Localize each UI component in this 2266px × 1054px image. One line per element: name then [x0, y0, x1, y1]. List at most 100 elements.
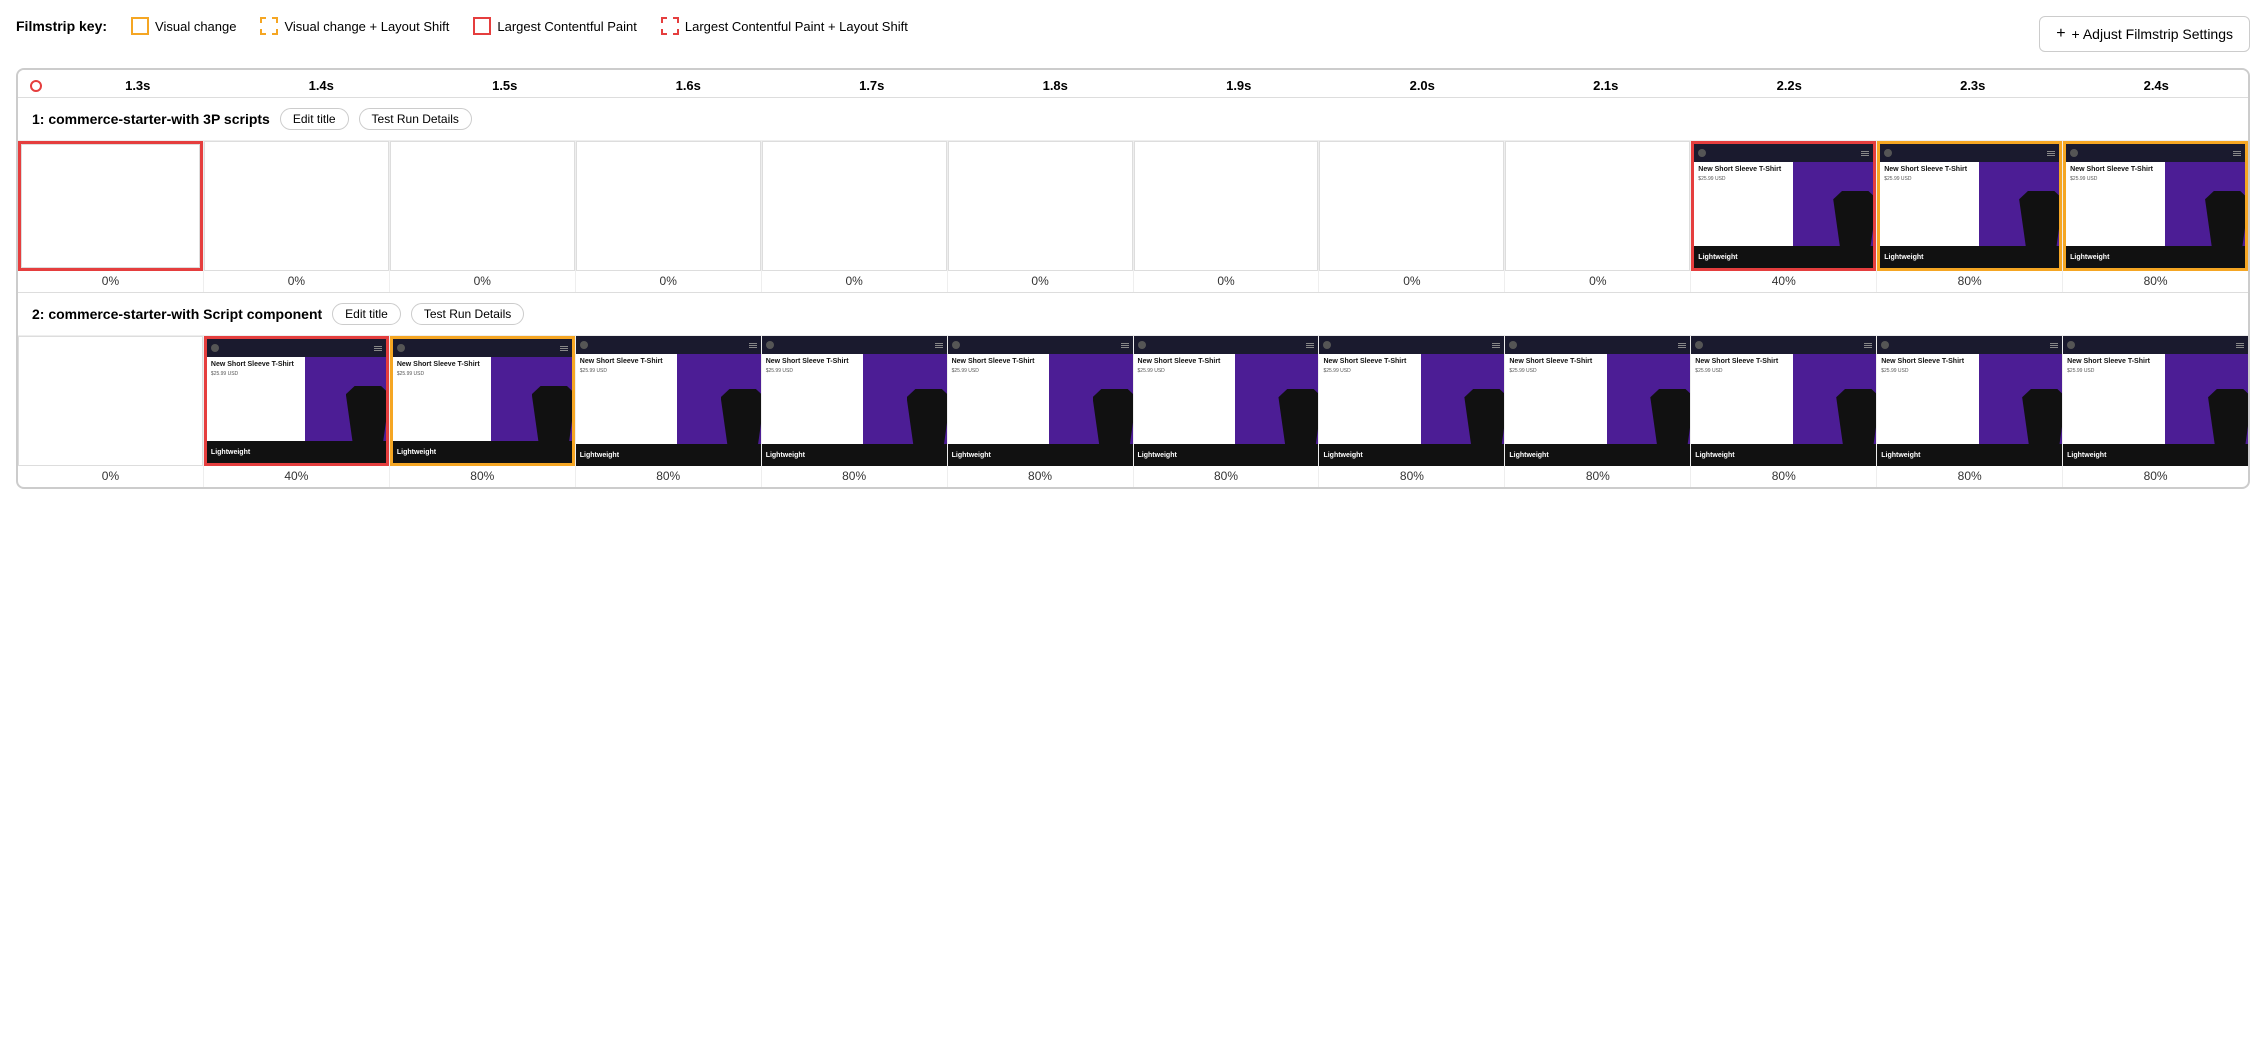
frame-image[interactable] [948, 141, 1133, 271]
edit-title-button-1[interactable]: Edit title [280, 108, 349, 130]
frame-image[interactable] [1505, 141, 1690, 271]
thumb-bottom-bar: Lightweight [2066, 246, 2245, 268]
thumb-top-bar [2066, 144, 2245, 162]
frame-image[interactable]: New Short Sleeve T-Shirt $25.99 USD Ligh… [390, 336, 575, 466]
test-run-details-button-2[interactable]: Test Run Details [411, 303, 524, 325]
thumb-shirt-icon [1278, 389, 1318, 444]
thumb-product-price: $25.99 USD [1509, 368, 1603, 374]
frame-thumbnail: New Short Sleeve T-Shirt $25.99 USD Ligh… [2066, 144, 2245, 268]
frame-percent: 80% [1586, 466, 1610, 487]
thumb-menu-icon [1678, 343, 1686, 348]
thumb-img-area [677, 354, 760, 444]
filmstrip-container: 1.3s1.4s1.5s1.6s1.7s1.8s1.9s2.0s2.1s2.2s… [16, 68, 2250, 489]
thumb-menu-icon [1492, 343, 1500, 348]
frame-image[interactable] [1134, 141, 1319, 271]
empty-frame-content [18, 336, 203, 466]
thumb-product-title: New Short Sleeve T-Shirt [2070, 165, 2160, 174]
thumb-product-price: $25.99 USD [397, 371, 487, 377]
adjust-filmstrip-button[interactable]: + + Adjust Filmstrip Settings [2039, 16, 2250, 52]
frame-image[interactable]: New Short Sleeve T-Shirt $25.99 USD Ligh… [204, 336, 389, 466]
thumb-play-icon [1138, 341, 1146, 349]
frame-thumbnail: New Short Sleeve T-Shirt $25.99 USD Ligh… [1880, 144, 2059, 268]
thumb-img-area [1607, 354, 1690, 444]
thumb-img-area [1049, 354, 1132, 444]
timeline-tick: 2.3s [1881, 78, 2065, 93]
thumb-bottom-text: Lightweight [1695, 452, 1734, 459]
adjust-plus-icon: + [2056, 25, 2065, 43]
frame-image[interactable]: New Short Sleeve T-Shirt $25.99 USD Ligh… [2063, 141, 2248, 271]
frame-percent: 80% [1400, 466, 1424, 487]
empty-frame-content [1319, 141, 1504, 271]
frame-image[interactable]: New Short Sleeve T-Shirt $25.99 USD Ligh… [1134, 336, 1319, 466]
thumb-text-area: New Short Sleeve T-Shirt $25.99 USD [1691, 354, 1793, 444]
thumb-text-area: New Short Sleeve T-Shirt $25.99 USD [948, 354, 1050, 444]
frame-percent: 0% [474, 271, 491, 292]
frame-percent: 80% [1772, 466, 1796, 487]
edit-title-button-2[interactable]: Edit title [332, 303, 401, 325]
thumb-img-area [1793, 354, 1876, 444]
thumb-menu-icon [374, 346, 382, 351]
frame-image[interactable]: New Short Sleeve T-Shirt $25.99 USD Ligh… [1319, 336, 1504, 466]
thumb-product-price: $25.99 USD [1881, 368, 1975, 374]
frame-percent: 80% [1958, 271, 1982, 292]
thumb-bottom-bar: Lightweight [948, 444, 1133, 466]
frame-image[interactable]: New Short Sleeve T-Shirt $25.99 USD Ligh… [1877, 141, 2062, 271]
frame-image[interactable] [204, 141, 389, 271]
thumb-play-icon [1881, 341, 1889, 349]
thumb-product-price: $25.99 USD [1698, 176, 1788, 182]
frame-image[interactable]: New Short Sleeve T-Shirt $25.99 USD Ligh… [576, 336, 761, 466]
thumb-content: New Short Sleeve T-Shirt $25.99 USD [1691, 354, 1876, 444]
frame-thumbnail: New Short Sleeve T-Shirt $25.99 USD Ligh… [576, 336, 761, 466]
thumb-shirt-icon [1093, 389, 1133, 444]
frame-thumbnail: New Short Sleeve T-Shirt $25.99 USD Ligh… [207, 339, 386, 463]
frame-percent: 80% [2144, 271, 2168, 292]
thumb-content: New Short Sleeve T-Shirt $25.99 USD [1505, 354, 1690, 444]
thumb-bottom-text: Lightweight [766, 452, 805, 459]
frame-image[interactable]: New Short Sleeve T-Shirt $25.99 USD Ligh… [762, 336, 947, 466]
thumb-text-area: New Short Sleeve T-Shirt $25.99 USD [1694, 162, 1792, 246]
thumb-bottom-bar: Lightweight [1877, 444, 2062, 466]
frame-image[interactable]: New Short Sleeve T-Shirt $25.99 USD Ligh… [948, 336, 1133, 466]
frame-thumbnail: New Short Sleeve T-Shirt $25.99 USD Ligh… [1319, 336, 1504, 466]
frame-percent: 80% [1028, 466, 1052, 487]
frame-cell: 0% [576, 141, 762, 292]
empty-frame-content [948, 141, 1133, 271]
frame-image[interactable] [576, 141, 761, 271]
frame-image[interactable]: New Short Sleeve T-Shirt $25.99 USD Ligh… [2063, 336, 2248, 466]
frame-thumbnail: New Short Sleeve T-Shirt $25.99 USD Ligh… [762, 336, 947, 466]
thumb-menu-icon [2233, 151, 2241, 156]
frame-image[interactable]: New Short Sleeve T-Shirt $25.99 USD Ligh… [1877, 336, 2062, 466]
thumb-content: New Short Sleeve T-Shirt $25.99 USD [2063, 354, 2248, 444]
frame-percent: 0% [1217, 271, 1234, 292]
frame-cell: 0% [18, 336, 204, 487]
frames-row-1: 0%0%0%0%0%0%0%0%0% New Short Sleeve T-Sh… [18, 141, 2248, 292]
thumb-bottom-text: Lightweight [2070, 254, 2109, 261]
thumb-menu-icon [2047, 151, 2055, 156]
key-lcp-layout-box [661, 17, 679, 35]
frame-image[interactable] [762, 141, 947, 271]
empty-frame-content [576, 141, 761, 271]
thumb-top-bar [576, 336, 761, 354]
test-run-details-button-1[interactable]: Test Run Details [359, 108, 472, 130]
frame-image[interactable]: New Short Sleeve T-Shirt $25.99 USD Ligh… [1505, 336, 1690, 466]
key-item-visual-layout: Visual change + Layout Shift [260, 17, 449, 35]
frame-image[interactable] [18, 141, 203, 271]
frame-image[interactable] [18, 336, 203, 466]
thumb-top-bar [207, 339, 386, 357]
thumb-product-price: $25.99 USD [580, 368, 674, 374]
frame-cell: New Short Sleeve T-Shirt $25.99 USD Ligh… [204, 336, 390, 487]
thumb-product-price: $25.99 USD [1884, 176, 1974, 182]
frame-image[interactable]: New Short Sleeve T-Shirt $25.99 USD Ligh… [1691, 336, 1876, 466]
filmstrip-key: Filmstrip key: Visual change Visual chan… [16, 17, 908, 35]
thumb-product-title: New Short Sleeve T-Shirt [1698, 165, 1788, 174]
thumb-img-area [2165, 354, 2248, 444]
frame-image[interactable] [1319, 141, 1504, 271]
thumb-shirt-icon [1833, 191, 1873, 246]
timeline-tick: 2.2s [1698, 78, 1882, 93]
frame-image[interactable]: New Short Sleeve T-Shirt $25.99 USD Ligh… [1691, 141, 1876, 271]
frame-percent: 40% [284, 466, 308, 487]
frame-percent: 80% [842, 466, 866, 487]
thumb-product-title: New Short Sleeve T-Shirt [1695, 357, 1789, 366]
test-header-1: 1: commerce-starter-with 3P scripts Edit… [18, 98, 2248, 141]
frame-image[interactable] [390, 141, 575, 271]
